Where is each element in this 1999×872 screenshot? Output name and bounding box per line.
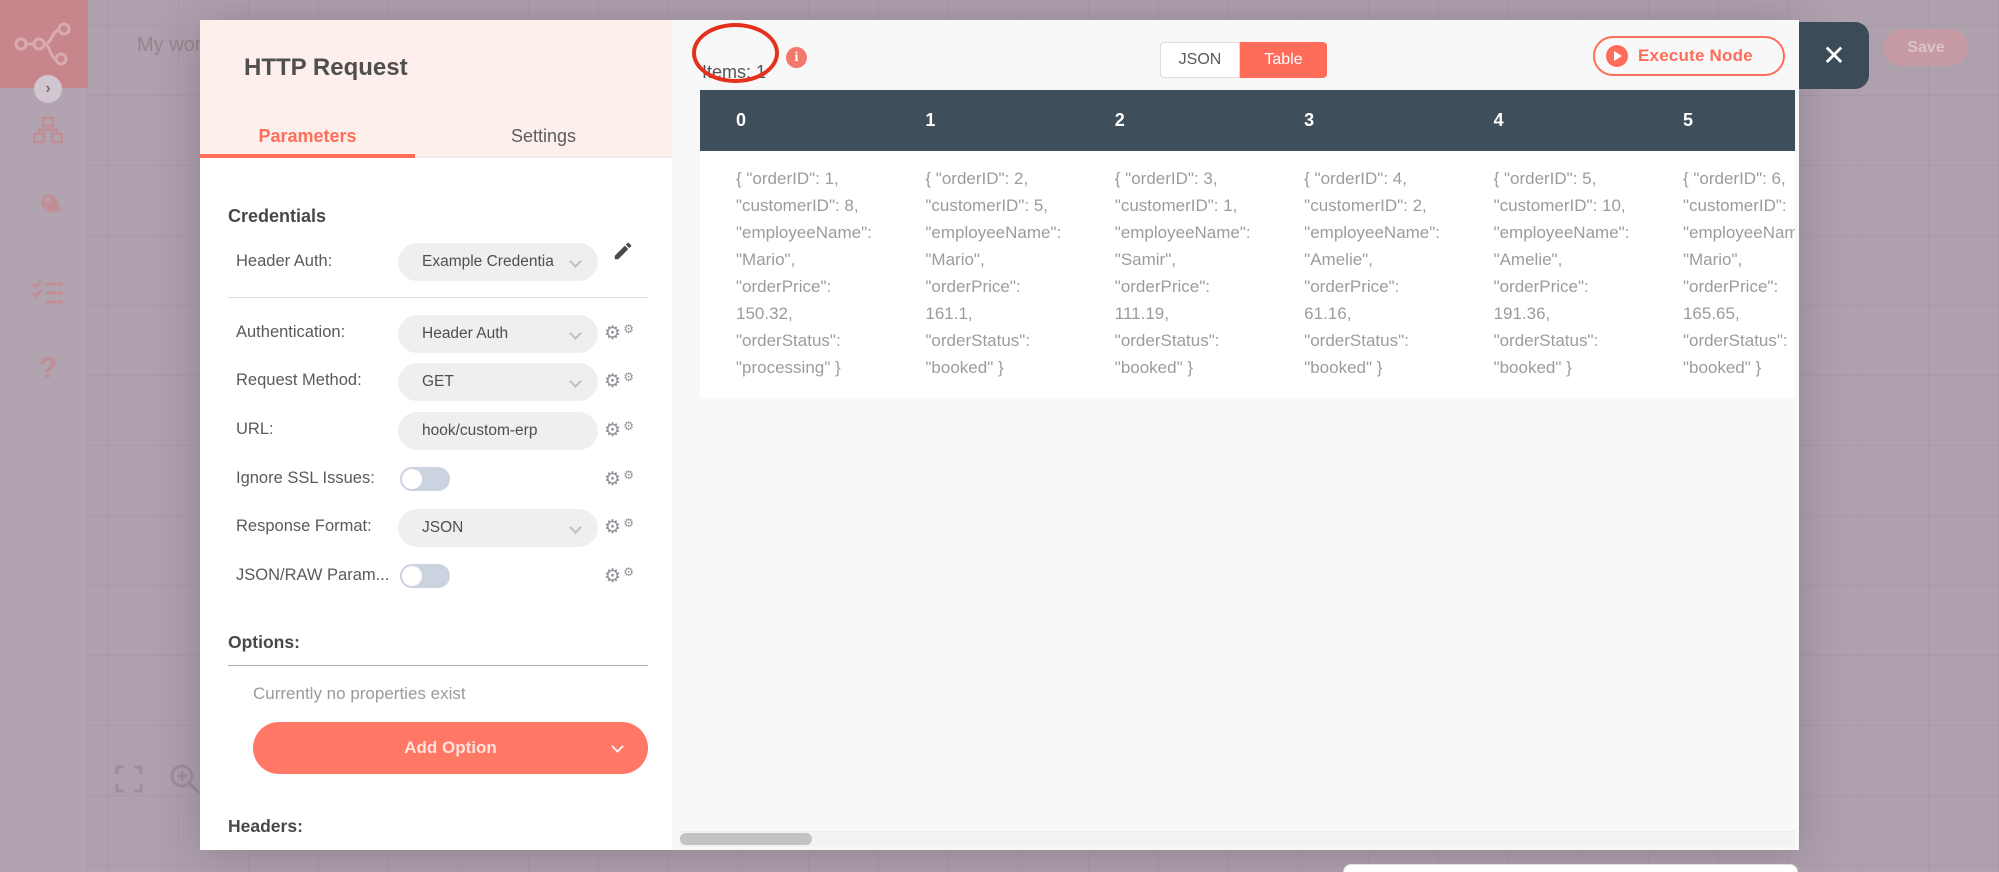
authentication-select[interactable]: Header Auth <box>398 315 598 353</box>
annotation-circle <box>692 23 779 83</box>
close-modal-button[interactable]: ✕ <box>1799 22 1869 89</box>
json-raw-param-settings-button[interactable]: ⚙ ⚙ <box>604 565 634 586</box>
column-header-5: 5 <box>1682 110 1693 130</box>
save-button-label: Save <box>1907 38 1945 56</box>
tab-settings[interactable]: Settings <box>415 118 672 154</box>
sidebar-item-credentials[interactable] <box>31 191 65 225</box>
column-header-4: 4 <box>1493 110 1504 130</box>
save-button[interactable]: Save <box>1884 29 1968 66</box>
divider <box>228 665 648 666</box>
ignore-ssl-settings-button[interactable]: ⚙ ⚙ <box>604 468 634 489</box>
toggle-knob <box>402 566 422 586</box>
ignore-ssl-label: Ignore SSL Issues: <box>236 469 375 487</box>
table-cell-0: { "orderID": 1, "customerID": 8, "employee… <box>736 169 872 377</box>
ignore-ssl-toggle[interactable] <box>400 467 450 491</box>
authentication-value: Header Auth <box>422 325 509 342</box>
zoom-to-fit-button[interactable] <box>114 764 144 799</box>
table-cell-3: { "orderID": 4, "customerID": 2, "employee… <box>1304 169 1441 377</box>
question-mark-icon: ? <box>38 352 58 385</box>
app-canvas: › ? My workflow Save HTTP Request Parame… <box>0 0 1999 872</box>
response-format-value: JSON <box>422 519 464 536</box>
column-header-0: 0 <box>736 110 747 130</box>
checklist-icon <box>32 280 63 304</box>
table-cell-5: { "orderID": 6, "customerID": "employeeNam… <box>1682 169 1795 377</box>
view-json-button[interactable]: JSON <box>1160 42 1240 78</box>
zoom-in-button[interactable] <box>168 762 202 801</box>
sidebar-item-workflows[interactable] <box>31 113 65 147</box>
json-raw-param-toggle[interactable] <box>400 564 450 588</box>
chevron-down-icon <box>569 327 582 340</box>
close-icon: ✕ <box>1822 40 1846 71</box>
headers-section-heading: Headers: <box>228 816 303 836</box>
table-cell-4: { "orderID": 5, "customerID": 10, "employe… <box>1493 169 1630 377</box>
add-option-button[interactable]: Add Option <box>253 722 648 774</box>
chevron-down-icon <box>569 375 582 388</box>
authentication-settings-button[interactable]: ⚙ ⚙ <box>604 322 634 343</box>
url-input[interactable]: hook/custom-erp <box>398 412 598 450</box>
result-hscroll-thumb[interactable] <box>680 833 812 845</box>
node-title: HTTP Request <box>244 54 408 81</box>
edit-credential-button[interactable] <box>612 240 634 267</box>
column-header-3: 3 <box>1304 110 1315 130</box>
zoom-in-icon <box>170 764 201 795</box>
bottom-cutoff-panel <box>1343 864 1798 872</box>
table-cell-2: { "orderID": 3, "customerID": 1, "employee… <box>1114 169 1251 377</box>
chevron-down-icon <box>569 521 582 534</box>
result-hscroll-track <box>680 831 1795 847</box>
request-method-label: Request Method: <box>236 371 362 389</box>
key-icon <box>40 194 61 213</box>
url-label: URL: <box>236 420 274 438</box>
active-tab-underline <box>200 154 415 158</box>
sitemap-icon <box>33 116 63 144</box>
result-table-body: { "orderID": 1, "customerID": 8, "employee… <box>700 151 1795 398</box>
request-method-select[interactable]: GET <box>398 363 598 401</box>
sidebar-item-executions[interactable] <box>31 276 65 310</box>
divider <box>228 297 648 298</box>
tab-parameters[interactable]: Parameters <box>200 118 415 154</box>
response-format-settings-button[interactable]: ⚙ ⚙ <box>604 516 634 537</box>
sidebar: › ? <box>0 0 88 872</box>
view-toggle: JSON Table <box>1160 42 1327 78</box>
request-method-settings-button[interactable]: ⚙ ⚙ <box>604 370 634 391</box>
execute-node-button[interactable]: Execute Node <box>1593 36 1785 76</box>
json-raw-param-label: JSON/RAW Param... <box>236 566 390 584</box>
fullscreen-icon <box>115 765 143 793</box>
header-auth-label: Header Auth: <box>236 252 333 270</box>
play-icon <box>1606 45 1628 67</box>
options-section-heading: Options: <box>228 632 300 652</box>
request-method-value: GET <box>422 373 454 390</box>
header-auth-select[interactable]: Example Credentia <box>398 243 598 281</box>
header-auth-value: Example Credentia <box>422 253 554 270</box>
add-option-label: Add Option <box>404 738 497 757</box>
response-format-label: Response Format: <box>236 517 372 535</box>
toggle-knob <box>402 469 422 489</box>
chevron-right-icon: › <box>45 80 51 97</box>
execute-node-label: Execute Node <box>1638 46 1753 65</box>
chevron-down-icon <box>569 255 582 268</box>
column-header-1: 1 <box>925 110 936 130</box>
url-settings-button[interactable]: ⚙ ⚙ <box>604 419 634 440</box>
table-cell-1: { "orderID": 2, "customerID": 5, "employee… <box>925 169 1062 377</box>
info-icon[interactable]: i <box>786 47 807 68</box>
credentials-section-heading: Credentials <box>228 206 327 226</box>
column-header-2: 2 <box>1114 110 1125 130</box>
result-table-header: 0 1 2 3 4 5 <box>700 90 1795 151</box>
response-format-select[interactable]: JSON <box>398 509 598 547</box>
n8n-logo-icon <box>14 22 71 66</box>
node-detail-modal: HTTP Request Parameters Settings Credent… <box>200 20 1869 850</box>
view-table-button[interactable]: Table <box>1240 42 1327 78</box>
authentication-label: Authentication: <box>236 323 346 341</box>
chevron-down-icon <box>611 740 624 753</box>
sidebar-collapse-button[interactable]: › <box>34 75 62 103</box>
sidebar-item-help[interactable]: ? <box>31 352 65 386</box>
options-empty-text: Currently no properties exist <box>253 684 466 703</box>
url-value: hook/custom-erp <box>422 422 538 439</box>
pencil-icon <box>614 242 632 260</box>
